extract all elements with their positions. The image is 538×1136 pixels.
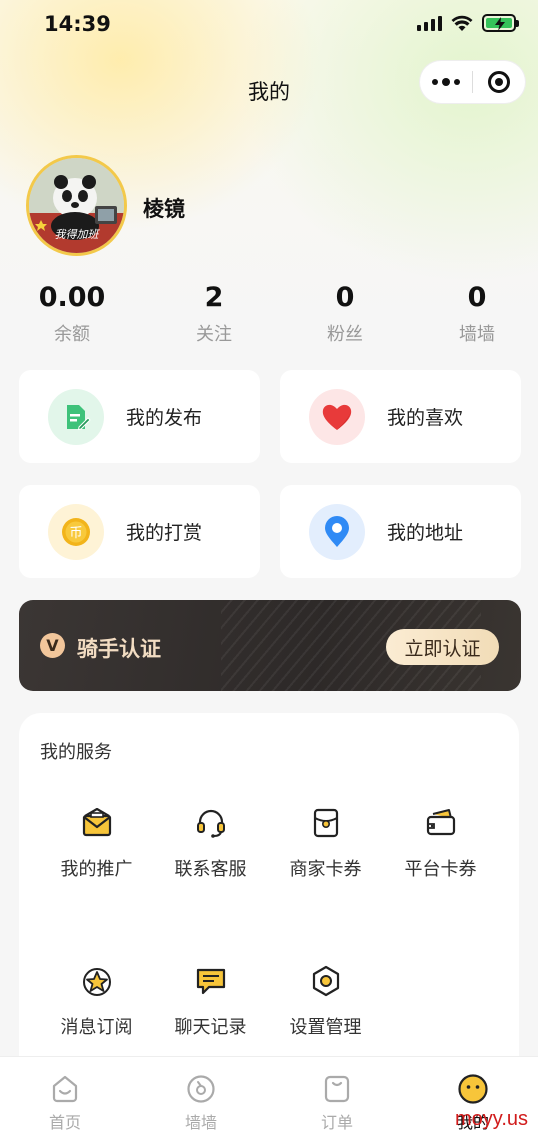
tab-wall[interactable]: 墙墙	[136, 1073, 266, 1133]
stat-label: 余额	[54, 324, 90, 345]
battery-icon	[482, 14, 519, 32]
order-icon	[321, 1073, 353, 1105]
service-promotion[interactable]: 我的推广	[39, 805, 154, 881]
card-label: 我的地址	[387, 522, 464, 544]
service-message-subscription[interactable]: 消息订阅	[39, 963, 154, 1039]
signal-icon	[417, 15, 442, 31]
stat-followers[interactable]: 0 粉丝	[295, 280, 395, 346]
rider-certification-banner: V 骑手认证 立即认证	[19, 600, 521, 691]
location-pin-icon	[309, 503, 365, 560]
tab-label: 首页	[48, 1113, 81, 1132]
username: 棱镜	[143, 197, 185, 221]
avatar[interactable]: 我得加班	[26, 155, 127, 256]
my-likes-card[interactable]: 我的喜欢	[280, 370, 521, 463]
smiley-icon	[457, 1073, 489, 1105]
wifi-icon	[451, 15, 473, 31]
service-label: 我的推广	[60, 859, 133, 880]
coin-icon: 币	[48, 503, 104, 560]
stat-label: 墙墙	[459, 324, 495, 345]
tab-orders[interactable]: 订单	[272, 1073, 402, 1133]
document-edit-icon	[48, 388, 104, 445]
headset-icon	[193, 805, 229, 841]
service-label: 商家卡券	[289, 859, 362, 880]
service-label: 平台卡券	[404, 859, 477, 880]
stat-balance[interactable]: 0.00 余额	[22, 280, 122, 346]
card-label: 我的打赏	[126, 522, 203, 544]
close-mini-program-icon[interactable]	[473, 61, 525, 103]
tab-label: 墙墙	[184, 1113, 217, 1132]
service-merchant-coupons[interactable]: 商家卡券	[268, 805, 383, 881]
certify-now-button[interactable]: 立即认证	[386, 629, 499, 665]
stat-following[interactable]: 2 关注	[164, 280, 264, 346]
home-icon	[49, 1073, 81, 1105]
status-bar: 14:39	[0, 0, 538, 50]
more-options-icon[interactable]	[420, 61, 472, 103]
stat-value: 2	[204, 282, 224, 313]
my-posts-card[interactable]: 我的发布	[19, 370, 260, 463]
service-customer-support[interactable]: 联系客服	[153, 805, 268, 881]
my-address-card[interactable]: 我的地址	[280, 485, 521, 578]
avatar-caption: 我得加班	[54, 228, 99, 241]
stat-value: 0	[335, 282, 355, 313]
service-chat-history[interactable]: 聊天记录	[153, 963, 268, 1039]
stat-label: 粉丝	[327, 324, 363, 345]
service-label: 消息订阅	[60, 1017, 133, 1038]
services-title: 我的服务	[40, 742, 112, 763]
envelope-icon	[79, 805, 115, 841]
watermark-text: moyy.us	[455, 1108, 528, 1130]
service-label: 聊天记录	[174, 1017, 247, 1038]
mini-program-capsule	[420, 61, 525, 103]
tab-home[interactable]: 首页	[0, 1073, 130, 1133]
svg-text:币: 币	[69, 526, 82, 541]
chat-icon	[193, 963, 229, 999]
coupon-icon	[308, 805, 344, 841]
stat-label: 关注	[196, 324, 232, 345]
status-time: 14:39	[44, 12, 111, 36]
stat-walls[interactable]: 0 墙墙	[427, 280, 527, 346]
service-platform-coupons[interactable]: 平台卡券	[383, 805, 498, 881]
heart-icon	[309, 388, 365, 445]
rider-certification-title: 骑手认证	[77, 637, 161, 661]
settings-icon	[308, 963, 344, 999]
service-label: 联系客服	[174, 859, 247, 880]
status-icons	[417, 14, 519, 32]
tab-label: 订单	[320, 1113, 353, 1132]
card-label: 我的喜欢	[387, 407, 464, 429]
star-icon	[79, 963, 115, 999]
stats-row: 0.00 余额 2 关注 0 粉丝 0 墙墙	[0, 280, 538, 350]
stat-value: 0	[467, 282, 487, 313]
wall-icon	[185, 1073, 217, 1105]
service-label: 设置管理	[289, 1017, 362, 1038]
stat-value: 0.00	[38, 282, 106, 313]
wallet-card-icon	[423, 805, 459, 841]
card-label: 我的发布	[126, 407, 203, 429]
vip-badge-icon: V	[40, 633, 65, 658]
service-settings[interactable]: 设置管理	[268, 963, 383, 1039]
my-rewards-card[interactable]: 币 我的打赏	[19, 485, 260, 578]
